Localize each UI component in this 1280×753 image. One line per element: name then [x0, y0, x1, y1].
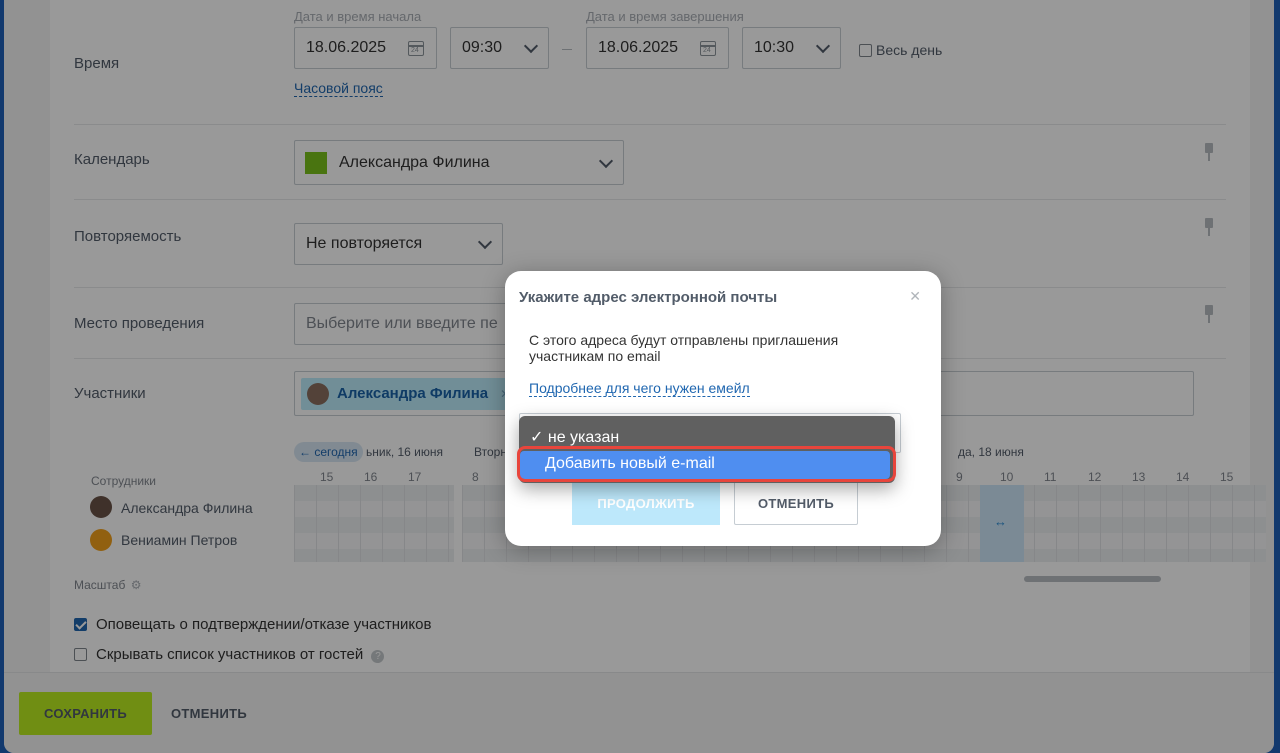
dialog-cancel-button[interactable]: ОТМЕНИТЬ — [734, 481, 858, 525]
checkmark-icon: ✓ — [530, 429, 544, 446]
dialog-description: С этого адреса будут отправлены приглаше… — [529, 332, 839, 364]
dropdown-option-none[interactable]: ✓ не указан — [530, 427, 619, 447]
email-dialog: Укажите адрес электронной почты ✕ С этог… — [505, 271, 941, 546]
close-icon[interactable]: ✕ — [909, 288, 921, 305]
more-link-wrap: Подробнее для чего нужен емейл — [529, 380, 750, 398]
continue-button[interactable]: ПРОДОЛЖИТЬ — [572, 481, 720, 525]
highlight-annotation — [517, 446, 896, 482]
dialog-title: Укажите адрес электронной почты — [519, 289, 778, 306]
more-info-link[interactable]: Подробнее для чего нужен емейл — [529, 380, 750, 397]
option-label: не указан — [547, 429, 620, 446]
